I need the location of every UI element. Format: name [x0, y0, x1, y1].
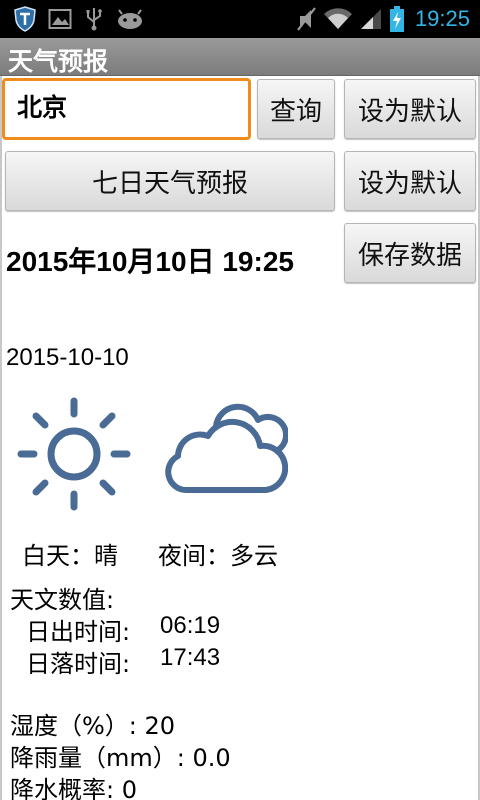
shield-icon: [14, 6, 36, 32]
astronomy-title: 天文数值:: [10, 586, 115, 614]
sunrise-label: 日出时间:: [26, 618, 131, 646]
usb-icon: [86, 8, 102, 31]
save-data-button[interactable]: 保存数据: [344, 223, 476, 283]
cloud-icon: [165, 403, 288, 493]
forecast-date: 2015-10-10: [6, 344, 129, 371]
sun-icon: [17, 397, 131, 511]
status-bar-system: 19:25: [295, 4, 470, 34]
set-default-button[interactable]: 设为默认: [344, 79, 476, 139]
mute-icon: [297, 7, 316, 31]
status-bar: 19:25: [0, 0, 480, 38]
app-title: 天气预报: [8, 47, 109, 76]
week-forecast-button[interactable]: 七日天气预报: [5, 151, 335, 211]
humidity: 湿度（%）: 20: [10, 712, 176, 740]
sunset-label: 日落时间:: [26, 650, 131, 678]
title-bar: 天气预报: [0, 38, 480, 76]
left-edge-divider: [0, 76, 2, 800]
sunset-value: 17:43: [160, 644, 221, 671]
status-bar-notifications: [14, 5, 144, 33]
rain-probability: 降水概率: 0: [10, 776, 137, 800]
wifi-icon: [323, 8, 352, 30]
rainfall: 降雨量（mm）: 0.0: [10, 744, 231, 772]
signal-icon: [360, 9, 381, 29]
image-icon: [48, 9, 72, 29]
query-button[interactable]: 查询: [257, 79, 335, 139]
current-datetime: 2015年10月10日 19:25: [6, 246, 294, 277]
night-weather: 夜间：多云: [158, 542, 278, 570]
set-default-button-2[interactable]: 设为默认: [344, 151, 476, 211]
day-weather: 白天：晴: [22, 542, 118, 570]
city-input[interactable]: 北京: [2, 78, 251, 140]
android-icon: [118, 9, 142, 29]
battery-charging-icon: [389, 6, 404, 32]
clock: 19:25: [414, 6, 470, 31]
sunrise-value: 06:19: [160, 612, 221, 639]
